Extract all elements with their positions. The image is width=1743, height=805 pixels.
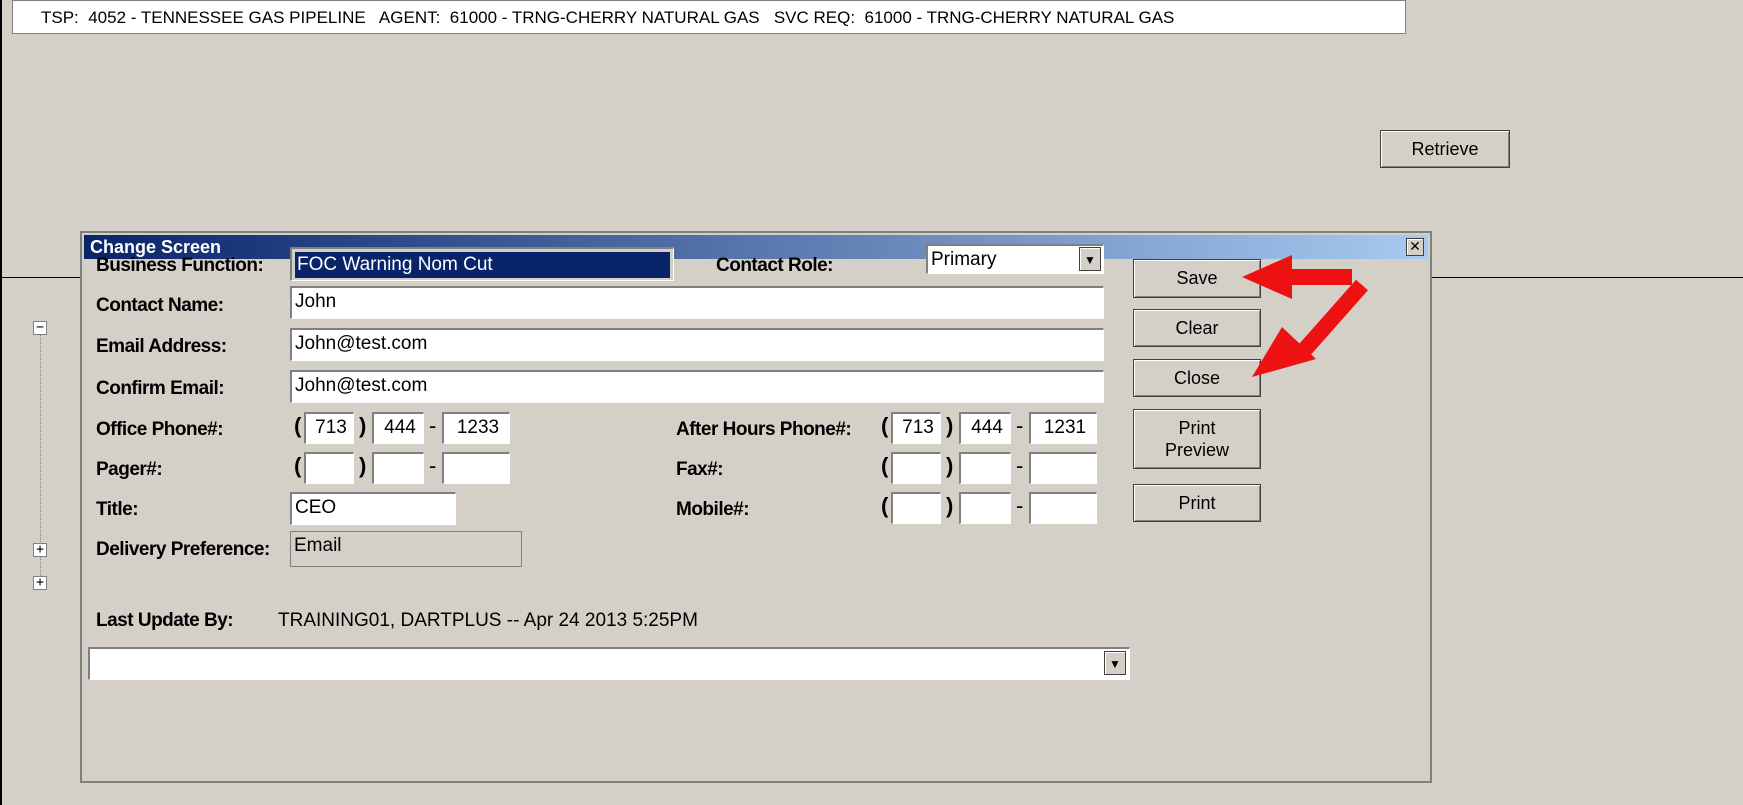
paren-open: (: [881, 453, 889, 478]
paren-open: (: [881, 493, 889, 518]
contact-role-value: Primary: [931, 249, 997, 270]
change-screen-dialog: Change Screen ✕ Business Function: FOC W…: [80, 231, 1432, 783]
bottom-dropdown[interactable]: [88, 647, 1130, 680]
last-update-value: TRAINING01, DARTPLUS -- Apr 24 2013 5:25…: [278, 610, 698, 631]
paren-close: ): [946, 453, 954, 478]
after-hours-area-input[interactable]: 713: [891, 412, 941, 444]
arrow-to-close-shaft: [1294, 279, 1368, 361]
mobile-label: Mobile#:: [676, 499, 750, 520]
confirm-email-label: Confirm Email:: [96, 378, 225, 399]
mobile-area-input[interactable]: [891, 492, 941, 524]
fax-line-input[interactable]: [1029, 452, 1097, 484]
paren-close: ): [359, 453, 367, 478]
dash: -: [1016, 493, 1024, 518]
tree-expand-icon[interactable]: +: [33, 576, 47, 590]
dash: -: [429, 413, 437, 438]
paren-open: (: [294, 413, 302, 438]
email-address-label: Email Address:: [96, 336, 227, 357]
after-hours-line-input[interactable]: 1231: [1029, 412, 1097, 444]
arrow-to-close-head: [1252, 327, 1316, 377]
fax-area-input[interactable]: [891, 452, 941, 484]
chevron-down-icon[interactable]: ▼: [1104, 651, 1126, 675]
chevron-down-icon[interactable]: ▼: [1079, 247, 1101, 271]
paren-close: ): [946, 413, 954, 438]
arrow-to-save: [1242, 255, 1352, 299]
delivery-preference-label: Delivery Preference:: [96, 539, 270, 560]
pager-line-input[interactable]: [442, 452, 510, 484]
office-phone-label: Office Phone#:: [96, 419, 224, 440]
confirm-email-input[interactable]: John@test.com: [290, 370, 1104, 403]
after-hours-prefix-input[interactable]: 444: [959, 412, 1011, 444]
pager-prefix-input[interactable]: [372, 452, 424, 484]
retrieve-button[interactable]: Retrieve: [1380, 130, 1510, 168]
dash: -: [1016, 453, 1024, 478]
tree-expand-icon[interactable]: +: [33, 543, 47, 557]
paren-close: ): [359, 413, 367, 438]
contact-role-label: Contact Role:: [716, 255, 834, 276]
contact-name-input[interactable]: John: [290, 286, 1104, 319]
mobile-prefix-input[interactable]: [959, 492, 1011, 524]
email-address-input[interactable]: John@test.com: [290, 328, 1104, 361]
office-phone-line-input[interactable]: 1233: [442, 412, 510, 444]
dash: -: [1016, 413, 1024, 438]
delivery-preference-field: Email: [290, 531, 522, 567]
annotation-arrows: [1242, 255, 1368, 377]
title-input[interactable]: CEO: [290, 492, 456, 525]
paren-open: (: [294, 453, 302, 478]
title-label: Title:: [96, 499, 139, 520]
business-function-value: FOC Warning Nom Cut: [295, 252, 670, 278]
print-button[interactable]: Print: [1133, 484, 1261, 522]
fax-label: Fax#:: [676, 459, 724, 480]
after-hours-phone-label: After Hours Phone#:: [676, 419, 852, 440]
pager-area-input[interactable]: [304, 452, 354, 484]
fax-prefix-input[interactable]: [959, 452, 1011, 484]
paren-open: (: [881, 413, 889, 438]
application-window: TSP: 4052 - TENNESSEE GAS PIPELINE AGENT…: [0, 0, 1743, 805]
tree-collapse-icon[interactable]: −: [33, 321, 47, 335]
pager-label: Pager#:: [96, 459, 163, 480]
last-update-label: Last Update By:: [96, 610, 234, 631]
print-preview-button[interactable]: Print Preview: [1133, 409, 1261, 469]
close-icon[interactable]: ✕: [1406, 238, 1424, 256]
contact-name-label: Contact Name:: [96, 295, 224, 316]
business-function-field[interactable]: FOC Warning Nom Cut: [290, 247, 674, 281]
mobile-line-input[interactable]: [1029, 492, 1097, 524]
context-header: TSP: 4052 - TENNESSEE GAS PIPELINE AGENT…: [12, 0, 1406, 34]
business-function-label: Business Function:: [96, 255, 264, 276]
contact-role-select[interactable]: Primary: [926, 244, 1104, 274]
office-phone-prefix-input[interactable]: 444: [372, 412, 424, 444]
dash: -: [429, 453, 437, 478]
paren-close: ): [946, 493, 954, 518]
office-phone-area-input[interactable]: 713: [304, 412, 354, 444]
